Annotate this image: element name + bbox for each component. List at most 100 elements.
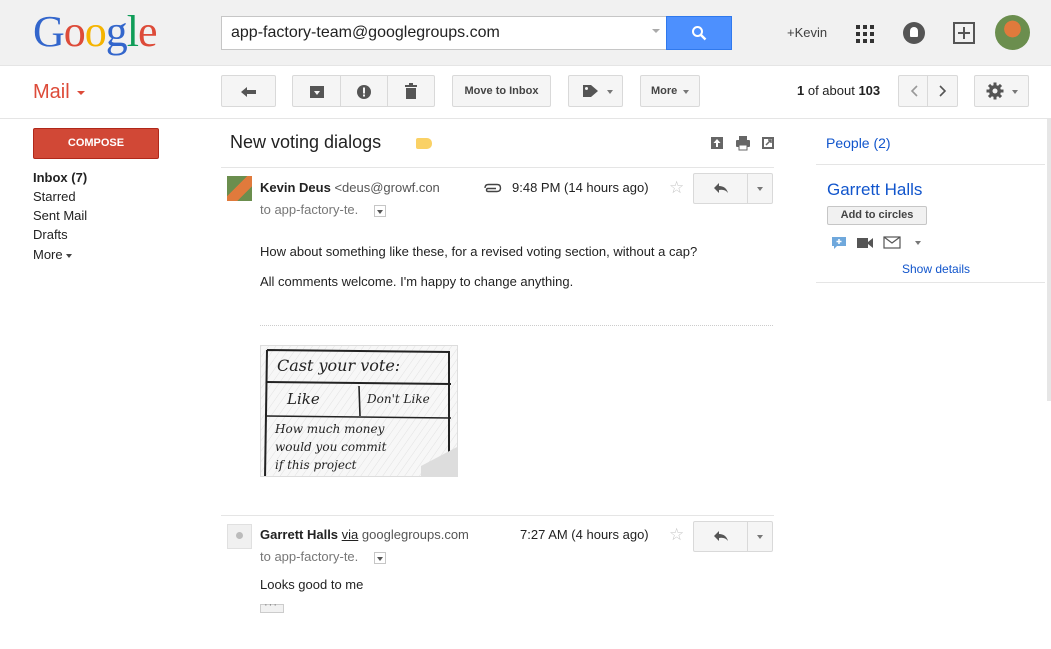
recipients: to app-factory-te. [260,549,359,564]
sender-avatar[interactable] [227,176,252,201]
avatar[interactable] [995,15,1030,50]
reply-options-chevron-icon[interactable] [757,187,763,191]
notifications-icon[interactable] [903,22,925,44]
sketch-text-like: Like [287,390,320,408]
reply-divider [747,174,748,203]
star-icon[interactable]: ☆ [669,526,684,543]
sketch-text-cast: Cast your vote: [277,356,401,375]
add-to-circles-button[interactable]: Add to circles [827,206,927,225]
chevron-left-icon [910,85,918,97]
report-spam-button[interactable] [340,75,388,107]
logo-letter-e: e [138,7,158,56]
people-widget-title[interactable]: People (2) [826,135,891,151]
google-logo[interactable]: Google [33,7,158,56]
show-trimmed-content-button[interactable] [260,599,284,613]
people-divider [816,164,1045,165]
message-time: 9:48 PM (14 hours ago) [512,180,649,195]
people-divider [816,282,1045,283]
sketch-text-line3: How much money [275,422,385,436]
back-arrow-icon [241,87,256,97]
search-button[interactable] [666,16,732,50]
settings-button[interactable] [974,75,1029,107]
message-body-line: All comments welcome. I'm happy to chang… [260,274,574,289]
sender-name[interactable]: Kevin Deus [260,180,331,195]
attachment-thumbnail[interactable]: Cast your vote: Like Don't Like How much… [260,345,458,477]
nav-item-sent-mail[interactable]: Sent Mail [33,208,87,223]
delete-button[interactable] [387,75,435,107]
nav-item-drafts[interactable]: Drafts [33,227,68,242]
compose-button[interactable]: COMPOSE [33,128,159,159]
show-details-dropdown-icon[interactable] [374,205,386,217]
search-options-dropdown-icon[interactable] [652,29,660,33]
chevron-down-icon[interactable] [77,91,85,95]
sketch-text-line4: would you commit [275,440,387,454]
reply-icon[interactable] [713,530,729,542]
message-sender: Kevin Deus <deus@growf.con [260,180,440,195]
back-to-inbox-button[interactable] [221,75,276,107]
search-icon [692,26,707,41]
move-to-inbox-button[interactable]: Move to Inbox [452,75,551,107]
sender-email: <deus@growf.con [334,180,440,195]
nav-item-starred[interactable]: Starred [33,189,76,204]
scrollbar[interactable] [1047,119,1051,401]
apps-icon[interactable] [856,25,874,43]
gear-icon [986,82,1004,100]
more-actions-label: More [651,85,678,97]
message-time: 7:27 AM (4 hours ago) [520,527,649,542]
message-body-line: How about something like these, for a re… [260,244,698,259]
sketch-text-dislike: Don't Like [367,392,430,406]
chat-icon[interactable] [831,236,847,250]
show-details-link[interactable]: Show details [902,262,970,276]
share-icon[interactable] [953,22,975,44]
more-actions-button[interactable]: More [640,75,700,107]
older-button[interactable] [927,75,958,107]
reply-icon[interactable] [713,182,729,194]
spam-icon [357,85,371,99]
person-name[interactable]: Garrett Halls [827,180,922,200]
nav-item-inbox[interactable]: Inbox (7) [33,170,87,185]
message-sender: Garrett Halls via googlegroups.com [260,527,469,542]
logo-letter-l: l [126,7,139,56]
newer-button[interactable] [898,75,928,107]
chevron-down-icon [607,90,613,94]
archive-button[interactable] [292,75,341,107]
star-icon[interactable]: ☆ [669,179,684,196]
label-icon [583,85,598,97]
logo-letter-g: G [33,7,65,56]
show-details-dropdown-icon[interactable] [374,552,386,564]
message-body-line: Looks good to me [260,577,364,592]
mail-app-switcher[interactable]: Mail [33,81,70,104]
nav-more-label: More [33,247,63,262]
chevron-down-icon[interactable] [915,241,921,245]
trash-icon [405,83,417,99]
email-icon[interactable] [883,236,901,249]
reply-options-chevron-icon[interactable] [757,535,763,539]
labels-button[interactable] [568,75,623,107]
chevron-down-icon [1012,90,1018,94]
print-icon[interactable] [735,135,751,151]
sender-name[interactable]: Garrett Halls [260,527,338,542]
chevron-down-icon [65,253,72,258]
reply-button-group [693,173,773,204]
nav-item-more[interactable]: More [33,247,72,262]
google-plus-profile-link[interactable]: +Kevin [787,25,827,40]
search-input[interactable] [222,17,642,49]
attachment-divider [260,325,773,326]
sender-avatar[interactable] [227,524,252,549]
video-call-icon[interactable] [856,237,874,249]
via-link[interactable]: via [342,527,359,542]
via-domain: googlegroups.com [361,527,469,542]
logo-letter-o1: o [63,7,86,56]
message-divider [221,515,774,516]
label-marker-icon[interactable] [416,138,432,149]
chevron-right-icon [939,85,947,97]
reply-divider [747,522,748,551]
expand-all-icon[interactable] [709,135,725,151]
sketch-text-line5: if this project [275,458,357,472]
reply-button-group [693,521,773,552]
new-window-icon[interactable] [760,135,776,151]
recipients: to app-factory-te. [260,202,359,217]
top-bar: Google +Kevin [0,0,1051,66]
thread-subject: New voting dialogs [230,132,382,152]
message-divider [221,167,774,168]
